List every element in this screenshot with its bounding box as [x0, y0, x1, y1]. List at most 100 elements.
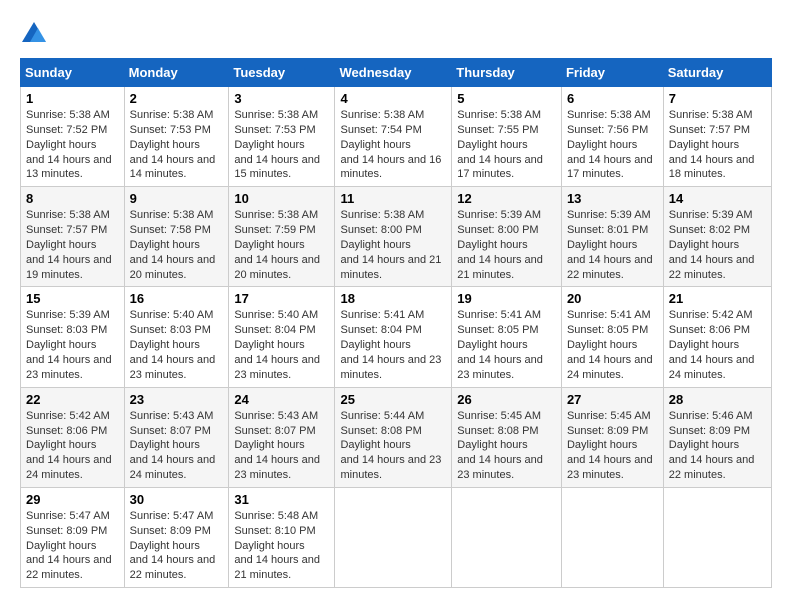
day-cell: 12 Sunrise: 5:39 AMSunset: 8:00 PMDaylig…	[452, 187, 562, 287]
day-cell: 14 Sunrise: 5:39 AMSunset: 8:02 PMDaylig…	[663, 187, 771, 287]
day-info: Sunrise: 5:44 AMSunset: 8:08 PMDaylight …	[340, 410, 441, 481]
day-number: 31	[234, 492, 329, 507]
day-info: Sunrise: 5:38 AMSunset: 7:52 PMDaylight …	[26, 109, 112, 180]
calendar-table: SundayMondayTuesdayWednesdayThursdayFrid…	[20, 58, 772, 588]
day-number: 15	[26, 291, 119, 306]
day-cell: 4 Sunrise: 5:38 AMSunset: 7:54 PMDayligh…	[335, 87, 452, 187]
day-number: 30	[130, 492, 224, 507]
day-cell	[561, 487, 663, 587]
calendar-body: 1 Sunrise: 5:38 AMSunset: 7:52 PMDayligh…	[21, 87, 772, 588]
day-info: Sunrise: 5:38 AMSunset: 7:56 PMDaylight …	[567, 109, 653, 180]
header-cell-saturday: Saturday	[663, 59, 771, 87]
day-number: 7	[669, 91, 766, 106]
day-info: Sunrise: 5:38 AMSunset: 7:53 PMDaylight …	[130, 109, 216, 180]
day-info: Sunrise: 5:38 AMSunset: 7:57 PMDaylight …	[26, 209, 112, 280]
day-number: 17	[234, 291, 329, 306]
day-cell: 17 Sunrise: 5:40 AMSunset: 8:04 PMDaylig…	[229, 287, 335, 387]
day-info: Sunrise: 5:39 AMSunset: 8:00 PMDaylight …	[457, 209, 543, 280]
day-number: 1	[26, 91, 119, 106]
day-number: 26	[457, 392, 556, 407]
day-cell	[335, 487, 452, 587]
header-cell-monday: Monday	[124, 59, 229, 87]
day-cell: 2 Sunrise: 5:38 AMSunset: 7:53 PMDayligh…	[124, 87, 229, 187]
day-number: 5	[457, 91, 556, 106]
week-row-3: 15 Sunrise: 5:39 AMSunset: 8:03 PMDaylig…	[21, 287, 772, 387]
header-cell-wednesday: Wednesday	[335, 59, 452, 87]
logo-icon	[20, 20, 48, 48]
day-number: 14	[669, 191, 766, 206]
day-cell: 21 Sunrise: 5:42 AMSunset: 8:06 PMDaylig…	[663, 287, 771, 387]
day-cell: 3 Sunrise: 5:38 AMSunset: 7:53 PMDayligh…	[229, 87, 335, 187]
day-cell: 20 Sunrise: 5:41 AMSunset: 8:05 PMDaylig…	[561, 287, 663, 387]
day-info: Sunrise: 5:38 AMSunset: 7:59 PMDaylight …	[234, 209, 320, 280]
day-number: 3	[234, 91, 329, 106]
day-info: Sunrise: 5:48 AMSunset: 8:10 PMDaylight …	[234, 510, 320, 581]
day-cell: 8 Sunrise: 5:38 AMSunset: 7:57 PMDayligh…	[21, 187, 125, 287]
day-number: 28	[669, 392, 766, 407]
day-cell: 27 Sunrise: 5:45 AMSunset: 8:09 PMDaylig…	[561, 387, 663, 487]
day-info: Sunrise: 5:40 AMSunset: 8:04 PMDaylight …	[234, 309, 320, 380]
day-cell: 9 Sunrise: 5:38 AMSunset: 7:58 PMDayligh…	[124, 187, 229, 287]
header-cell-friday: Friday	[561, 59, 663, 87]
day-number: 22	[26, 392, 119, 407]
day-cell: 6 Sunrise: 5:38 AMSunset: 7:56 PMDayligh…	[561, 87, 663, 187]
day-cell: 24 Sunrise: 5:43 AMSunset: 8:07 PMDaylig…	[229, 387, 335, 487]
calendar-header: SundayMondayTuesdayWednesdayThursdayFrid…	[21, 59, 772, 87]
day-info: Sunrise: 5:38 AMSunset: 8:00 PMDaylight …	[340, 209, 441, 280]
day-number: 25	[340, 392, 446, 407]
day-number: 9	[130, 191, 224, 206]
day-info: Sunrise: 5:47 AMSunset: 8:09 PMDaylight …	[26, 510, 112, 581]
day-cell: 23 Sunrise: 5:43 AMSunset: 8:07 PMDaylig…	[124, 387, 229, 487]
day-cell: 25 Sunrise: 5:44 AMSunset: 8:08 PMDaylig…	[335, 387, 452, 487]
day-cell: 16 Sunrise: 5:40 AMSunset: 8:03 PMDaylig…	[124, 287, 229, 387]
day-cell: 18 Sunrise: 5:41 AMSunset: 8:04 PMDaylig…	[335, 287, 452, 387]
day-number: 4	[340, 91, 446, 106]
day-cell: 5 Sunrise: 5:38 AMSunset: 7:55 PMDayligh…	[452, 87, 562, 187]
day-number: 8	[26, 191, 119, 206]
day-number: 20	[567, 291, 658, 306]
day-number: 12	[457, 191, 556, 206]
day-info: Sunrise: 5:42 AMSunset: 8:06 PMDaylight …	[26, 410, 112, 481]
logo	[20, 20, 52, 48]
header-cell-thursday: Thursday	[452, 59, 562, 87]
day-info: Sunrise: 5:46 AMSunset: 8:09 PMDaylight …	[669, 410, 755, 481]
day-info: Sunrise: 5:38 AMSunset: 7:54 PMDaylight …	[340, 109, 441, 180]
day-number: 24	[234, 392, 329, 407]
day-info: Sunrise: 5:41 AMSunset: 8:05 PMDaylight …	[567, 309, 653, 380]
day-info: Sunrise: 5:43 AMSunset: 8:07 PMDaylight …	[130, 410, 216, 481]
week-row-4: 22 Sunrise: 5:42 AMSunset: 8:06 PMDaylig…	[21, 387, 772, 487]
day-info: Sunrise: 5:38 AMSunset: 7:55 PMDaylight …	[457, 109, 543, 180]
day-number: 13	[567, 191, 658, 206]
day-cell: 29 Sunrise: 5:47 AMSunset: 8:09 PMDaylig…	[21, 487, 125, 587]
day-number: 18	[340, 291, 446, 306]
day-info: Sunrise: 5:43 AMSunset: 8:07 PMDaylight …	[234, 410, 320, 481]
day-info: Sunrise: 5:47 AMSunset: 8:09 PMDaylight …	[130, 510, 216, 581]
week-row-5: 29 Sunrise: 5:47 AMSunset: 8:09 PMDaylig…	[21, 487, 772, 587]
day-info: Sunrise: 5:40 AMSunset: 8:03 PMDaylight …	[130, 309, 216, 380]
day-number: 10	[234, 191, 329, 206]
day-cell: 15 Sunrise: 5:39 AMSunset: 8:03 PMDaylig…	[21, 287, 125, 387]
day-info: Sunrise: 5:45 AMSunset: 8:08 PMDaylight …	[457, 410, 543, 481]
day-info: Sunrise: 5:39 AMSunset: 8:02 PMDaylight …	[669, 209, 755, 280]
day-number: 27	[567, 392, 658, 407]
day-info: Sunrise: 5:45 AMSunset: 8:09 PMDaylight …	[567, 410, 653, 481]
day-cell: 13 Sunrise: 5:39 AMSunset: 8:01 PMDaylig…	[561, 187, 663, 287]
day-info: Sunrise: 5:38 AMSunset: 7:53 PMDaylight …	[234, 109, 320, 180]
week-row-2: 8 Sunrise: 5:38 AMSunset: 7:57 PMDayligh…	[21, 187, 772, 287]
day-info: Sunrise: 5:41 AMSunset: 8:04 PMDaylight …	[340, 309, 441, 380]
day-cell: 10 Sunrise: 5:38 AMSunset: 7:59 PMDaylig…	[229, 187, 335, 287]
day-cell: 26 Sunrise: 5:45 AMSunset: 8:08 PMDaylig…	[452, 387, 562, 487]
day-number: 11	[340, 191, 446, 206]
header-row: SundayMondayTuesdayWednesdayThursdayFrid…	[21, 59, 772, 87]
day-cell: 31 Sunrise: 5:48 AMSunset: 8:10 PMDaylig…	[229, 487, 335, 587]
day-info: Sunrise: 5:42 AMSunset: 8:06 PMDaylight …	[669, 309, 755, 380]
header	[20, 20, 772, 48]
day-number: 21	[669, 291, 766, 306]
day-number: 19	[457, 291, 556, 306]
header-cell-tuesday: Tuesday	[229, 59, 335, 87]
day-cell: 28 Sunrise: 5:46 AMSunset: 8:09 PMDaylig…	[663, 387, 771, 487]
day-number: 16	[130, 291, 224, 306]
day-info: Sunrise: 5:38 AMSunset: 7:57 PMDaylight …	[669, 109, 755, 180]
day-cell: 22 Sunrise: 5:42 AMSunset: 8:06 PMDaylig…	[21, 387, 125, 487]
day-number: 23	[130, 392, 224, 407]
